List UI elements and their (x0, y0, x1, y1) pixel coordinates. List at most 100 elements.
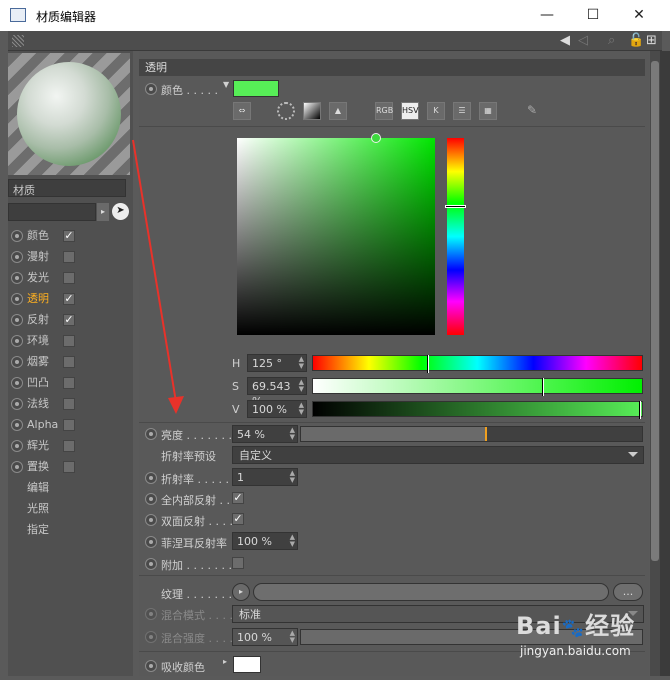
value-slider-marker[interactable] (639, 401, 641, 419)
channel-checkbox[interactable] (63, 419, 75, 431)
additive-radio[interactable] (145, 558, 157, 570)
color-expand-icon[interactable]: ▼ (223, 80, 229, 89)
channel-luminance[interactable]: 发光 (8, 267, 133, 288)
color-swatch[interactable] (233, 80, 279, 97)
mixer-icon[interactable]: ☰ (453, 102, 471, 120)
value-slider[interactable] (312, 401, 643, 419)
total-internal-checkbox[interactable]: ✓ (232, 492, 244, 504)
saturation-slider[interactable] (312, 378, 643, 396)
hue-slider[interactable] (312, 355, 643, 373)
swatches-icon[interactable]: ▦ (479, 102, 497, 120)
channel-checkbox[interactable]: ✓ (63, 230, 75, 242)
channel-checkbox[interactable] (63, 377, 75, 389)
lock-icon[interactable]: 🔓 (628, 33, 644, 48)
texture-slot[interactable] (253, 583, 609, 601)
scrollbar-thumb[interactable] (651, 61, 659, 561)
radio-icon[interactable] (11, 377, 23, 389)
channel-color[interactable]: 颜色 ✓ (8, 225, 133, 246)
color-radio[interactable] (145, 83, 157, 95)
radio-icon[interactable] (11, 440, 23, 452)
texture-more-button[interactable]: ... (613, 583, 643, 601)
channel-checkbox[interactable] (63, 461, 75, 473)
material-selector[interactable] (8, 203, 96, 221)
absorption-expand-icon[interactable]: ▸ (223, 657, 227, 666)
back-arrow-icon[interactable]: ◀ (560, 33, 570, 48)
channel-reflection[interactable]: 反射 ✓ (8, 309, 133, 330)
hue-strip[interactable] (447, 138, 464, 335)
radio-icon[interactable] (11, 398, 23, 410)
color-wheel-icon[interactable] (277, 102, 295, 120)
image-icon[interactable]: ▲ (329, 102, 347, 120)
kelvin-mode-button[interactable]: K (427, 102, 445, 120)
search-icon[interactable]: ⌕ (608, 33, 615, 48)
radio-icon[interactable] (11, 461, 23, 473)
additive-checkbox[interactable] (232, 557, 244, 569)
double-sided-checkbox[interactable]: ✓ (232, 513, 244, 525)
v-field[interactable]: 100 % ▲ ▼ (247, 400, 307, 418)
radio-icon[interactable] (11, 356, 23, 368)
blend-strength-field[interactable]: 100 % ▲ ▼ (232, 628, 298, 646)
channel-checkbox[interactable] (63, 356, 75, 368)
radio-icon[interactable] (11, 230, 23, 242)
radio-icon[interactable] (11, 251, 23, 263)
material-name-field[interactable]: 材质 (8, 179, 126, 197)
hue-slider-marker[interactable] (427, 355, 429, 373)
radio-icon[interactable] (11, 293, 23, 305)
eyedropper-icon[interactable]: ✎ (523, 102, 541, 120)
sub-item-edit[interactable]: 编辑 (8, 477, 133, 498)
h-field[interactable]: 125 ° ▲ ▼ (247, 354, 307, 372)
scrollbar[interactable] (650, 51, 660, 676)
brightness-slider-marker[interactable] (485, 427, 487, 441)
channel-glow[interactable]: 辉光 (8, 435, 133, 456)
double-sided-radio[interactable] (145, 514, 157, 526)
channel-checkbox[interactable] (63, 251, 75, 263)
channel-checkbox[interactable]: ✓ (63, 293, 75, 305)
channel-normal[interactable]: 法线 (8, 393, 133, 414)
channel-diffusion[interactable]: 漫射 (8, 246, 133, 267)
radio-icon[interactable] (11, 272, 23, 284)
brightness-field[interactable]: 54 % ▲ ▼ (232, 425, 298, 443)
absorption-swatch[interactable] (233, 656, 261, 673)
channel-bump[interactable]: 凹凸 (8, 372, 133, 393)
channel-checkbox[interactable] (63, 440, 75, 452)
color-picker-icon[interactable]: ⇔ (233, 102, 251, 120)
channel-transparency[interactable]: 透明 ✓ (8, 288, 133, 309)
sub-item-illumination[interactable]: 光照 (8, 498, 133, 519)
s-field[interactable]: 69.543 %▲▼ (247, 377, 307, 408)
ior-radio[interactable] (145, 472, 157, 484)
minimize-button[interactable]: — (524, 0, 570, 31)
channel-checkbox[interactable] (63, 335, 75, 347)
channel-displacement[interactable]: 置换 (8, 456, 133, 477)
grip-icon[interactable] (12, 35, 24, 47)
saturation-slider-marker[interactable] (542, 378, 544, 396)
total-internal-radio[interactable] (145, 493, 157, 505)
texture-arrow-icon[interactable]: ▸ (232, 583, 250, 601)
fresnel-radio[interactable] (145, 536, 157, 548)
rgb-mode-button[interactable]: RGB (375, 102, 393, 120)
channel-checkbox[interactable]: ✓ (63, 314, 75, 326)
material-preview[interactable] (8, 53, 130, 175)
maximize-button[interactable]: ☐ (570, 0, 616, 31)
channel-checkbox[interactable] (63, 398, 75, 410)
brightness-slider[interactable] (300, 426, 643, 442)
spectrum-icon[interactable] (303, 102, 321, 120)
pick-cursor-icon[interactable]: ➤ (112, 203, 129, 220)
radio-icon[interactable] (11, 419, 23, 431)
channel-alpha[interactable]: Alpha (8, 414, 133, 435)
sub-item-assign[interactable]: 指定 (8, 519, 133, 540)
radio-icon[interactable] (11, 335, 23, 347)
channel-environment[interactable]: 环境 (8, 330, 133, 351)
saturation-value-field[interactable] (237, 138, 435, 335)
blend-mode-radio[interactable] (145, 608, 157, 620)
brightness-radio[interactable] (145, 428, 157, 440)
sv-marker[interactable] (371, 133, 381, 143)
new-window-icon[interactable]: ⊞ (646, 33, 657, 48)
absorption-radio[interactable] (145, 660, 157, 672)
channel-fog[interactable]: 烟雾 (8, 351, 133, 372)
hue-marker[interactable] (445, 205, 466, 208)
forward-arrow-icon[interactable]: ◁ (578, 33, 588, 48)
fresnel-field[interactable]: 100 % ▲ ▼ (232, 532, 298, 550)
radio-icon[interactable] (11, 314, 23, 326)
channel-checkbox[interactable] (63, 272, 75, 284)
ior-field[interactable]: 1 ▲ ▼ (232, 468, 298, 486)
